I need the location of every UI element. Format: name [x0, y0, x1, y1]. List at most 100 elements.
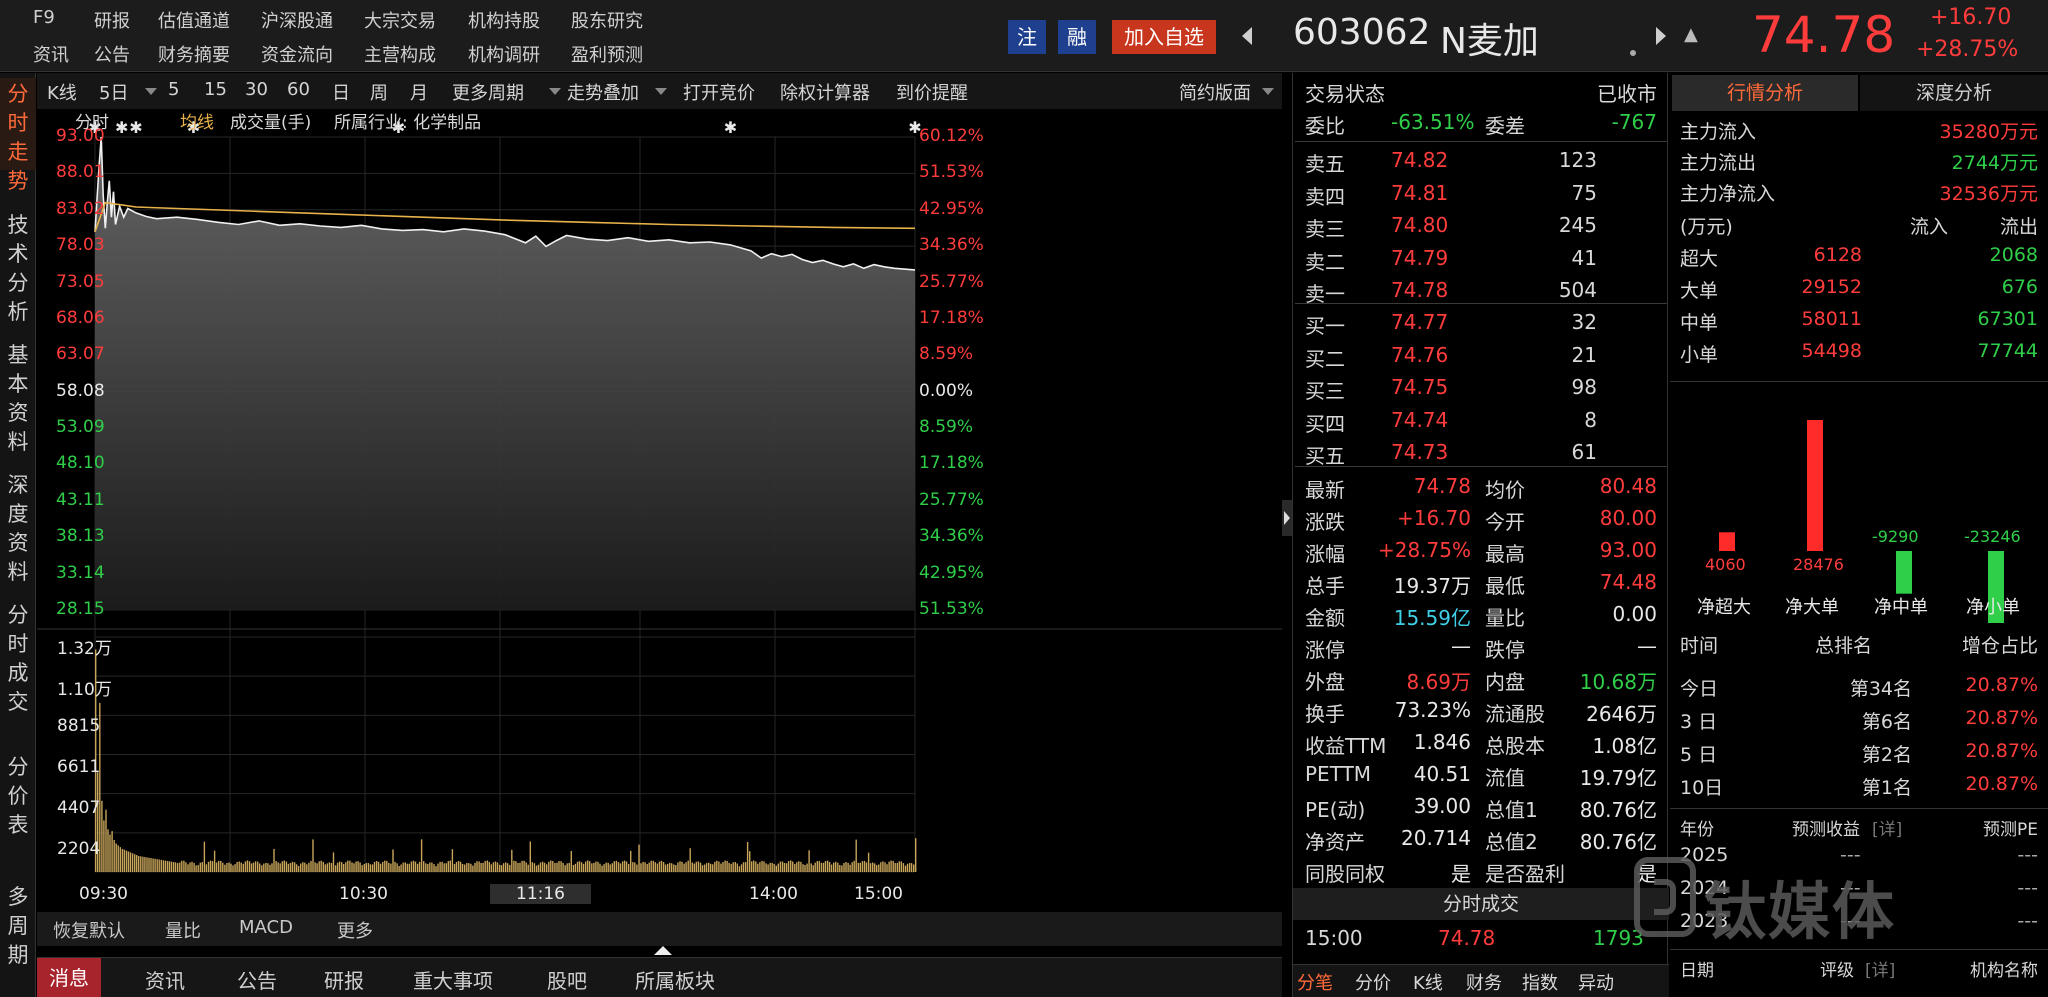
auction-button[interactable]: 打开竞价: [683, 79, 755, 105]
tag-zhu[interactable]: 注: [1008, 20, 1046, 54]
ask-row[interactable]: 卖三 74.80 245: [1293, 210, 1669, 242]
tab-kline[interactable]: K线: [1413, 969, 1443, 995]
volume-bar: [892, 861, 894, 872]
menu-f9[interactable]: F9: [33, 7, 55, 28]
ask-row[interactable]: 卖二 74.79 41: [1293, 243, 1669, 275]
tab-deep-analysis[interactable]: 深度分析: [1860, 75, 2048, 111]
period-month[interactable]: 月: [410, 79, 428, 105]
period-60[interactable]: 60: [287, 79, 310, 100]
macd-tab[interactable]: MACD: [239, 917, 293, 938]
stat-label: 总值2: [1485, 830, 1538, 854]
tab-sector[interactable]: 所属板块: [635, 965, 715, 994]
menu-research[interactable]: 研报: [94, 7, 130, 33]
period-week[interactable]: 周: [370, 79, 388, 105]
tab-finance[interactable]: 财务: [1466, 969, 1502, 995]
menu-notice[interactable]: 公告: [94, 41, 130, 67]
volume-bar: [488, 861, 490, 872]
bid-row[interactable]: 买三 74.75 98: [1293, 372, 1669, 404]
forecast-detail-link[interactable]: [详]: [1872, 815, 1902, 840]
tab-market-analysis[interactable]: 行情分析: [1672, 75, 1858, 111]
more-tab[interactable]: 更多: [337, 917, 373, 943]
menu-finance[interactable]: 财务摘要: [158, 41, 230, 67]
kline-button[interactable]: K线: [47, 79, 77, 105]
volume-bar: [826, 860, 829, 872]
tab-intraday[interactable]: 分时走势: [0, 78, 36, 193]
day5-button[interactable]: 5日: [99, 79, 128, 105]
prev-stock-icon[interactable]: [1242, 27, 1252, 45]
flow-out: 67301: [1977, 308, 2038, 330]
menu-news[interactable]: 资讯: [33, 41, 69, 67]
bid-row[interactable]: 买五 74.73 61: [1293, 437, 1669, 469]
volume-bar: [915, 838, 917, 872]
tab-forum[interactable]: 股吧: [547, 965, 587, 994]
event-marker-icon[interactable]: ✱: [115, 118, 128, 137]
tab-notices[interactable]: 公告: [237, 965, 277, 994]
menu-hsgt[interactable]: 沪深股通: [261, 7, 333, 33]
expand-up-icon[interactable]: [654, 946, 672, 955]
volume-bar: [402, 862, 404, 872]
bell-icon[interactable]: ▲: [1684, 24, 1698, 45]
volume-bar: [642, 861, 644, 872]
alert-button[interactable]: 到价提醒: [896, 79, 968, 105]
panel-collapse-handle[interactable]: [1282, 500, 1292, 536]
menu-business[interactable]: 主营构成: [364, 41, 436, 67]
volume-bar: [121, 848, 124, 872]
volume-ratio-tab[interactable]: 量比: [165, 917, 201, 943]
reset-default-tab[interactable]: 恢复默认: [53, 917, 125, 943]
add-watchlist-button[interactable]: 加入自选: [1112, 20, 1216, 54]
tab-trades[interactable]: 分时成交: [0, 601, 36, 717]
ask-row[interactable]: 卖五 74.82 123: [1293, 145, 1669, 177]
event-marker-icon[interactable]: ✱: [129, 118, 142, 137]
menu-capital-flow[interactable]: 资金流向: [261, 41, 333, 67]
chevron-down-icon[interactable]: [549, 88, 561, 95]
rating-detail-link[interactable]: [详]: [1865, 956, 1895, 981]
tag-rong[interactable]: 融: [1058, 20, 1096, 54]
tab-ticks[interactable]: 分笔: [1297, 969, 1333, 995]
event-marker-icon[interactable]: ✱: [724, 118, 737, 137]
bid-row[interactable]: 买一 74.77 32: [1293, 307, 1669, 339]
menu-forecast[interactable]: 盈利预测: [571, 41, 643, 67]
period-day[interactable]: 日: [332, 79, 350, 105]
tab-basic[interactable]: 基本资料: [0, 341, 36, 457]
period-30[interactable]: 30: [245, 79, 268, 100]
pct-tick-label: 17.18%: [919, 307, 984, 328]
tab-deep-label: 深度资料: [7, 473, 29, 584]
tab-anomaly[interactable]: 异动: [1578, 969, 1614, 995]
menu-survey[interactable]: 机构调研: [468, 41, 540, 67]
menu-block-trade[interactable]: 大宗交易: [364, 7, 436, 33]
tab-messages[interactable]: 消息: [37, 958, 101, 997]
tab-technical[interactable]: 技术分析: [0, 211, 36, 327]
volume-bar: [609, 864, 611, 872]
layout-button[interactable]: 简约版面: [1179, 79, 1251, 105]
menu-holder[interactable]: 股东研究: [571, 7, 643, 33]
weicha-label: 委差: [1485, 114, 1525, 138]
tab-price-dist[interactable]: 分价: [1355, 969, 1391, 995]
rank-time-label: 时间: [1680, 635, 1719, 657]
period-15[interactable]: 15: [204, 79, 227, 100]
ask-row[interactable]: 卖四 74.81 75: [1293, 178, 1669, 210]
volume-bar: [435, 866, 437, 872]
calc-button[interactable]: 除权计算器: [780, 79, 870, 105]
tab-deep[interactable]: 深度资料: [0, 471, 36, 587]
volume-bar: [824, 861, 827, 872]
chevron-down-icon[interactable]: [655, 88, 667, 95]
tab-multi-period[interactable]: 多周期: [0, 883, 36, 970]
more-periods-button[interactable]: 更多周期: [452, 79, 524, 105]
menu-valuation[interactable]: 估值通道: [158, 7, 230, 33]
volume-bar: [720, 863, 722, 872]
next-stock-icon[interactable]: [1656, 27, 1666, 45]
tab-reports[interactable]: 研报: [324, 965, 364, 994]
period-5[interactable]: 5: [168, 79, 179, 100]
overlay-button[interactable]: 走势叠加: [567, 79, 639, 105]
flow-out: 77744: [1977, 340, 2038, 362]
menu-inst-hold[interactable]: 机构持股: [468, 7, 540, 33]
tab-index[interactable]: 指数: [1522, 969, 1558, 995]
chevron-down-icon[interactable]: [1262, 88, 1274, 95]
intraday-chart[interactable]: ✱ ✱ ✱ ✱ ✱ ✱ ✱ 93.00 88.01 83.02 78.03 73.05 68.06 63…: [37, 110, 1282, 905]
tab-events[interactable]: 重大事项: [413, 965, 493, 994]
tab-price-table[interactable]: 分价表: [0, 753, 36, 840]
bid-row[interactable]: 买二 74.76 21: [1293, 340, 1669, 372]
chevron-down-icon[interactable]: [145, 88, 157, 95]
bid-row[interactable]: 买四 74.74 8: [1293, 405, 1669, 437]
tab-news[interactable]: 资讯: [145, 965, 185, 994]
